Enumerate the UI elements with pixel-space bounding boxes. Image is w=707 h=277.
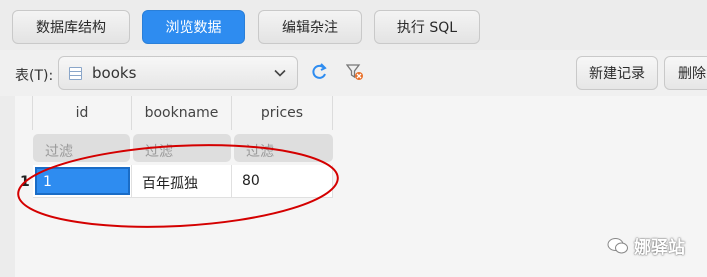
watermark-text: 娜驿站 <box>634 238 685 258</box>
cell-id-editor[interactable]: 1 <box>35 167 130 195</box>
column-header-bookname[interactable]: bookname <box>132 96 232 130</box>
clear-filter-icon[interactable] <box>346 63 364 81</box>
tab-browse-data[interactable]: 浏览数据 <box>142 10 245 44</box>
filter-input-bookname[interactable]: 过滤 <box>133 134 231 162</box>
watermark: 娜驿站 <box>607 233 685 258</box>
delete-record-button[interactable]: 删除 <box>664 56 707 90</box>
table-icon <box>69 67 82 80</box>
chevron-down-icon <box>274 69 286 77</box>
data-grid: id bookname prices 过滤 过滤 过滤 1 1 百年孤独 80 <box>15 96 707 277</box>
tab-database-structure[interactable]: 数据库结构 <box>12 10 130 44</box>
table-select[interactable]: books <box>58 56 298 90</box>
grid-header-row: id bookname prices <box>15 96 707 130</box>
filter-row: 过滤 过滤 过滤 <box>15 130 707 162</box>
cell-prices[interactable]: 80 <box>232 165 333 198</box>
table-row: 1 1 百年孤独 80 <box>15 165 707 199</box>
filter-input-id[interactable]: 过滤 <box>33 134 130 162</box>
tab-edit-pragmas[interactable]: 编辑杂注 <box>258 10 362 44</box>
cell-bookname[interactable]: 百年孤独 <box>132 165 232 198</box>
filter-input-prices[interactable]: 过滤 <box>234 134 333 162</box>
grid-empty-area <box>15 199 707 277</box>
grid-corner[interactable] <box>15 96 33 130</box>
tab-execute-sql[interactable]: 执行 SQL <box>374 10 480 44</box>
table-label: 表(T): <box>15 68 54 84</box>
cell-id[interactable]: 1 <box>33 165 132 198</box>
tab-bar: 数据库结构 浏览数据 编辑杂注 执行 SQL <box>0 0 707 50</box>
wechat-icon <box>607 237 628 253</box>
column-header-id[interactable]: id <box>33 96 132 130</box>
refresh-icon[interactable] <box>310 62 328 82</box>
new-record-button[interactable]: 新建记录 <box>576 56 658 90</box>
table-select-value: books <box>92 64 137 82</box>
row-number[interactable]: 1 <box>20 174 30 190</box>
browse-toolbar: 表(T): books 新建记录 删除 <box>0 50 707 96</box>
column-header-prices[interactable]: prices <box>232 96 333 130</box>
